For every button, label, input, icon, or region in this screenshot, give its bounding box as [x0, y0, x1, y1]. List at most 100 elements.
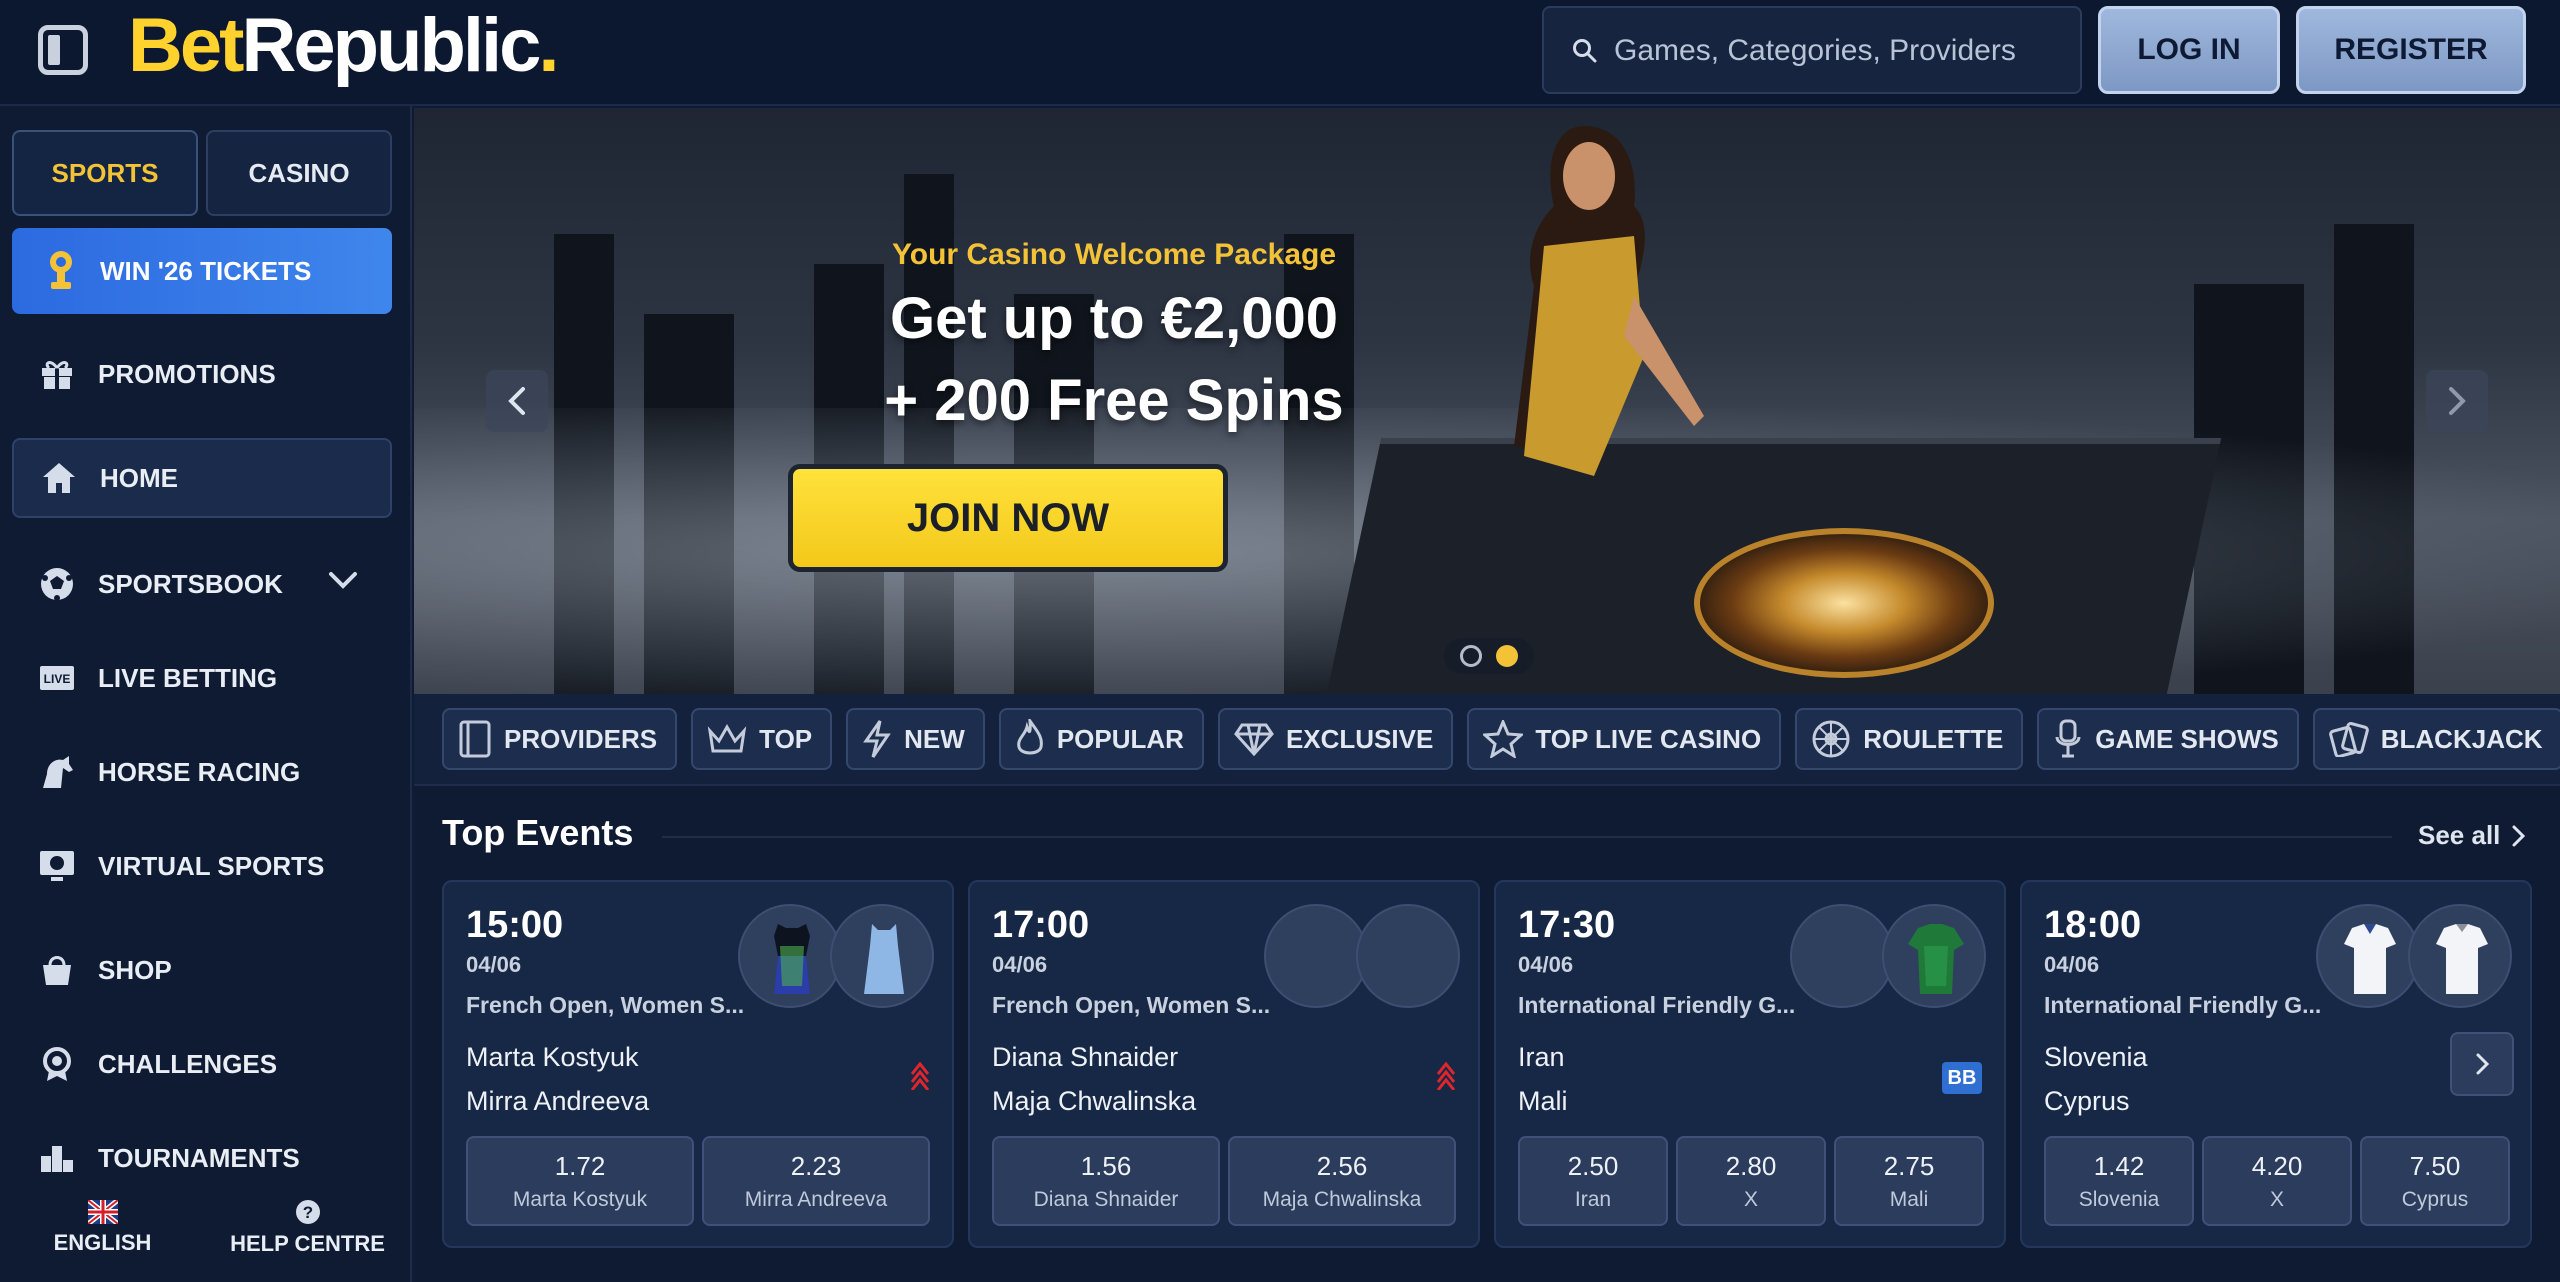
soccer-ball-icon — [38, 565, 76, 603]
team2-name: Cyprus — [2044, 1086, 2130, 1116]
sport-casino-tabs: SPORTS CASINO — [12, 130, 392, 216]
event-competition: International Friendly G... — [2044, 992, 2322, 1018]
language-selector[interactable]: ENGLISH — [0, 1174, 205, 1282]
roulette-icon — [1812, 720, 1850, 758]
category-top-live-casino[interactable]: TOP LIVE CASINO — [1467, 708, 1782, 770]
odds-button[interactable]: 7.50 Cyprus — [2360, 1136, 2510, 1226]
team1-name: Slovenia — [2044, 1042, 2148, 1072]
odds-button[interactable]: 4.20 X — [2202, 1136, 2352, 1226]
odds-button[interactable]: 1.42 Slovenia — [2044, 1136, 2194, 1226]
help-icon: ? — [295, 1200, 320, 1224]
sidebar-item-shop[interactable]: SHOP — [12, 930, 392, 1010]
sidebar: SPORTS CASINO WIN '26 TICKETS PROMOTIONS… — [0, 106, 412, 1282]
chevron-left-icon — [508, 387, 525, 415]
category-game-shows[interactable]: GAME SHOWS — [2037, 708, 2299, 770]
sidebar-item-virtual-sports[interactable]: VIRTUAL SPORTS — [12, 826, 392, 906]
sidebar-item-horse-racing[interactable]: HORSE RACING — [12, 732, 392, 812]
search-input[interactable] — [1614, 26, 2054, 76]
odds-button[interactable]: 2.23 Mirra Andreeva — [702, 1136, 930, 1226]
hero-title-line2: + 200 Free Spins — [884, 368, 1344, 433]
search-box[interactable] — [1542, 6, 2082, 94]
join-now-button[interactable]: JOIN NOW — [788, 464, 1228, 572]
hero-title-line1: Get up to €2,000 — [889, 286, 1339, 351]
flame-icon — [1017, 719, 1043, 755]
category-exclusive[interactable]: EXCLUSIVE — [1217, 708, 1454, 770]
team2-name: Maja Chwalinska — [992, 1086, 1197, 1116]
hero-banner[interactable]: Your Casino Welcome Package Get up to €2… — [414, 108, 2560, 694]
slide-dot-1[interactable] — [1460, 645, 1482, 667]
odds-button[interactable]: 2.75 Mali — [1834, 1136, 1984, 1226]
team1-jersey-icon — [1264, 904, 1368, 1008]
team2-jersey-icon — [2408, 904, 2512, 1008]
help-centre-link[interactable]: ? HELP CENTRE — [205, 1174, 410, 1282]
hero-next-button[interactable] — [2426, 370, 2488, 432]
category-top[interactable]: TOP — [691, 708, 833, 770]
category-blackjack[interactable]: BLACKJACK — [2312, 708, 2560, 770]
event-competition: French Open, Women S... — [466, 992, 745, 1018]
event-date: 04/06 — [992, 952, 1048, 977]
virtual-sports-icon — [38, 847, 76, 885]
team1-jersey-icon — [2316, 904, 2420, 1008]
event-competition: French Open, Women S... — [992, 992, 1271, 1018]
category-providers[interactable]: PROVIDERS — [442, 708, 678, 770]
event-time: 18:00 — [2044, 904, 2142, 946]
slide-dot-2[interactable] — [1496, 645, 1518, 667]
event-card[interactable]: 17:30 04/06 International Friendly G... … — [1494, 880, 2006, 1248]
odds-button[interactable]: 1.56 Diana Shnaider — [992, 1136, 1220, 1226]
trophy-icon — [50, 251, 72, 289]
team2-jersey-icon — [830, 904, 934, 1008]
see-all-link[interactable]: See all — [2418, 820, 2526, 851]
betrepublic-logo[interactable]: BetRepublic. — [128, 4, 560, 88]
sidebar-item-live-betting[interactable]: LIVE LIVE BETTING — [12, 638, 392, 718]
event-date: 04/06 — [1518, 952, 1574, 977]
category-new[interactable]: NEW — [846, 708, 985, 770]
crown-icon — [707, 723, 747, 753]
sidebar-item-home[interactable]: HOME — [12, 438, 392, 518]
tab-casino[interactable]: CASINO — [206, 130, 392, 216]
section-divider — [662, 836, 2392, 838]
event-date: 04/06 — [2044, 952, 2100, 977]
top-events-title: Top Events — [442, 812, 634, 853]
trending-up-icon — [1436, 1061, 1456, 1090]
category-popular[interactable]: POPULAR — [998, 708, 1204, 770]
home-icon — [40, 459, 78, 497]
live-icon: LIVE — [38, 659, 76, 697]
chevron-down-icon[interactable] — [328, 570, 358, 590]
event-date: 04/06 — [466, 952, 522, 977]
chevron-right-icon — [2512, 825, 2526, 846]
odds-button[interactable]: 1.72 Marta Kostyuk — [466, 1136, 694, 1226]
top-bar: BetRepublic. LOG IN REGISTER — [0, 0, 2560, 106]
horse-icon — [38, 753, 76, 791]
lightning-icon — [863, 720, 891, 758]
odds-button[interactable]: 2.50 Iran — [1518, 1136, 1668, 1226]
team2-name: Mali — [1518, 1086, 1568, 1116]
team1-name: Diana Shnaider — [992, 1042, 1179, 1072]
sidebar-item-promotions[interactable]: PROMOTIONS — [12, 334, 392, 414]
providers-icon — [459, 720, 491, 758]
event-card[interactable]: 18:00 04/06 International Friendly G... … — [2020, 880, 2532, 1248]
chevron-right-icon — [2476, 1053, 2490, 1075]
hostess-image — [1514, 126, 1704, 476]
sidebar-item-sportsbook[interactable]: SPORTSBOOK — [12, 544, 392, 624]
sidebar-item-challenges[interactable]: CHALLENGES — [12, 1024, 392, 1104]
cards-icon — [2328, 722, 2369, 757]
odds-button[interactable]: 2.80 X — [1676, 1136, 1826, 1226]
tab-sports[interactable]: SPORTS — [12, 130, 198, 216]
sidebar-toggle-icon[interactable] — [38, 25, 88, 75]
team1-jersey-icon — [738, 904, 842, 1008]
event-time: 15:00 — [466, 904, 564, 946]
category-roulette[interactable]: ROULETTE — [1795, 708, 2024, 770]
register-button[interactable]: REGISTER — [2296, 6, 2526, 94]
sidebar-footer: ENGLISH ? HELP CENTRE — [0, 1174, 410, 1282]
event-card[interactable]: 15:00 04/06 French Open, Women S... Mart… — [442, 880, 954, 1248]
team2-name: Mirra Andreeva — [466, 1086, 650, 1116]
hero-pagination — [1444, 638, 1534, 674]
event-card[interactable]: 17:00 04/06 French Open, Women S... Dian… — [968, 880, 1480, 1248]
login-button[interactable]: LOG IN — [2098, 6, 2280, 94]
events-next-button[interactable] — [2450, 1032, 2514, 1096]
team2-jersey-icon — [1882, 904, 1986, 1008]
odds-button[interactable]: 2.56 Maja Chwalinska — [1228, 1136, 1456, 1226]
win-tickets-button[interactable]: WIN '26 TICKETS — [12, 228, 392, 314]
roulette-wheel-image — [1694, 528, 1994, 678]
hero-prev-button[interactable] — [486, 370, 548, 432]
